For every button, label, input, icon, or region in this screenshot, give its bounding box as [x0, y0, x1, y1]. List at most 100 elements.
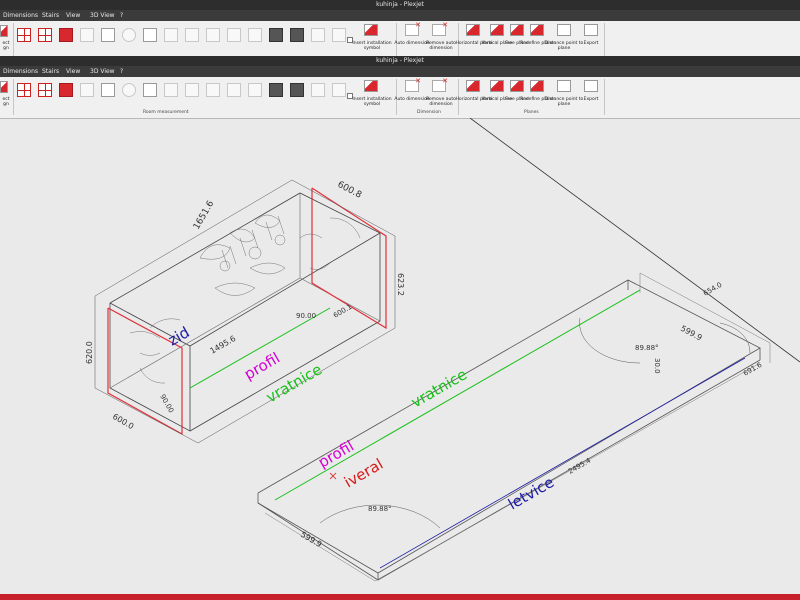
doorway-icon[interactable] — [227, 83, 241, 97]
window-grid-icon[interactable] — [38, 83, 52, 97]
free-plane-icon[interactable] — [510, 80, 524, 92]
vertical-plane-icon[interactable] — [490, 80, 504, 92]
dim-label: 600.8 — [336, 180, 364, 201]
group-planes: Planes — [524, 110, 539, 115]
label-vratnice-right: vratnice — [408, 365, 470, 411]
installation-symbol-icon[interactable] — [364, 80, 378, 92]
label-profil-left: profil — [241, 349, 283, 384]
sphere-icon[interactable] — [122, 83, 136, 97]
insert-installation-button[interactable]: Insert installation symbol — [352, 97, 392, 107]
remove-auto-dimension-icon[interactable] — [432, 77, 448, 92]
column-icon[interactable] — [101, 83, 115, 97]
dim-label: 620.0 — [85, 341, 94, 364]
sphere-icon[interactable] — [122, 28, 136, 42]
dim-label: 623.2 — [396, 273, 405, 296]
stamp-icon[interactable] — [80, 28, 94, 42]
group-dimension: Dimension — [417, 110, 441, 115]
window-title-2: kuhinja - Plexjet — [376, 57, 424, 64]
doorway-icon[interactable] — [227, 28, 241, 42]
menu-3d-view[interactable]: 3D View — [90, 10, 115, 21]
label-iveral: iveral — [341, 455, 386, 491]
distance-point-icon[interactable] — [557, 80, 571, 92]
arch-icon[interactable] — [290, 28, 304, 42]
ribbon-top: ect gn Insert installation symbol Auto d… — [0, 21, 800, 59]
menu-help[interactable]: ? — [120, 10, 123, 21]
separator — [604, 23, 605, 59]
menu-stairs[interactable]: Stairs — [42, 66, 59, 77]
menu-stairs[interactable]: Stairs — [42, 10, 59, 21]
grid-panel-icon[interactable] — [248, 83, 262, 97]
window-grid-icon[interactable] — [38, 28, 52, 42]
auto-dimension-icon[interactable] — [405, 77, 421, 92]
radiator-icon[interactable] — [311, 83, 325, 97]
niche-icon[interactable] — [206, 28, 220, 42]
door-red-icon[interactable] — [59, 28, 73, 42]
dim-label: 599.9 — [679, 324, 703, 343]
dim-label: 600.1 — [332, 303, 353, 320]
stamp-icon[interactable] — [80, 83, 94, 97]
menu-bar-2: Dimensions Stairs View 3D View ? — [0, 66, 800, 77]
column-icon[interactable] — [101, 28, 115, 42]
window-title-bar-2: kuhinja - Plexjet — [0, 56, 800, 66]
select-design-icon[interactable] — [0, 25, 8, 37]
dim-label: 89.88° — [635, 344, 659, 352]
horizontal-plane-icon[interactable] — [466, 80, 480, 92]
slab-icon[interactable] — [164, 28, 178, 42]
door-red-icon[interactable] — [59, 83, 73, 97]
window-title: kuhinja - Plexjet — [376, 1, 424, 8]
radiator-icon[interactable] — [311, 28, 325, 42]
slab-icon[interactable] — [164, 83, 178, 97]
wall-opening-icon[interactable] — [185, 28, 199, 42]
menu-help[interactable]: ? — [120, 66, 123, 77]
panel-icon[interactable] — [332, 83, 346, 97]
horizontal-plane-icon[interactable] — [466, 24, 480, 36]
wall-cabinet-model[interactable]: 1651.6 600.8 623.2 600.1 90.00 90.00 620… — [85, 179, 405, 444]
menu-view[interactable]: View — [66, 66, 80, 77]
free-plane-icon[interactable] — [510, 24, 524, 36]
group-room-measurement: Room measurement — [143, 110, 189, 115]
menu-bar: Dimensions Stairs View 3D View ? — [0, 10, 800, 21]
menu-view[interactable]: View — [66, 10, 80, 21]
separator — [604, 79, 605, 115]
export-button[interactable]: Export — [571, 97, 611, 102]
door-edge-line — [274, 289, 641, 501]
redefine-plane-icon[interactable] — [530, 80, 544, 92]
menu-dimensions[interactable]: Dimensions — [3, 10, 38, 21]
roof-icon[interactable] — [269, 83, 283, 97]
installation-symbol-icon[interactable] — [364, 24, 378, 36]
distance-point-icon[interactable] — [557, 24, 571, 36]
redefine-plane-icon[interactable] — [530, 24, 544, 36]
dim-label: 30.0 — [653, 358, 661, 374]
dim-label: 89.88° — [368, 505, 392, 513]
export-button[interactable]: Export — [571, 41, 611, 46]
window-tool-icon[interactable] — [17, 83, 31, 97]
grid-panel-icon[interactable] — [248, 28, 262, 42]
status-bar — [0, 594, 800, 600]
roof-icon[interactable] — [269, 28, 283, 42]
dim-label: 90.00 — [296, 312, 316, 320]
label-letvice: letvice — [505, 473, 557, 513]
niche-icon[interactable] — [206, 83, 220, 97]
3d-viewport[interactable]: 1651.6 600.8 623.2 600.1 90.00 90.00 620… — [0, 118, 800, 594]
insert-installation-button[interactable]: Insert installation symbol — [352, 41, 392, 51]
dim-label: 600.0 — [111, 412, 135, 431]
arch-icon[interactable] — [290, 83, 304, 97]
panel-icon[interactable] — [332, 28, 346, 42]
vertical-plane-icon[interactable] — [490, 24, 504, 36]
menu-3d-view[interactable]: 3D View — [90, 66, 115, 77]
menu-dimensions[interactable]: Dimensions — [3, 66, 38, 77]
dim-label: 691.6 — [742, 361, 764, 378]
stairs-icon[interactable] — [143, 83, 157, 97]
stairs-icon[interactable] — [143, 28, 157, 42]
auto-dimension-icon[interactable] — [405, 21, 421, 36]
export-icon[interactable] — [584, 24, 598, 36]
background-line — [469, 118, 800, 363]
remove-auto-dimension-icon[interactable] — [432, 21, 448, 36]
wall-opening-icon[interactable] — [185, 83, 199, 97]
window-tool-icon[interactable] — [17, 28, 31, 42]
select-design-icon[interactable] — [0, 81, 8, 93]
window-title-bar: kuhinja - Plexjet — [0, 0, 800, 10]
export-icon[interactable] — [584, 80, 598, 92]
separator — [13, 79, 14, 115]
ribbon-main: ect gn Room measurement Insert installat… — [0, 77, 800, 119]
